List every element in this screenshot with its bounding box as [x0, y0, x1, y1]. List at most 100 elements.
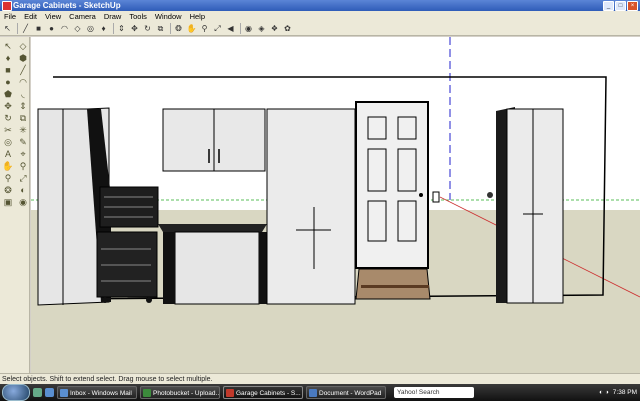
toolbar-separator: [17, 22, 18, 34]
menu-tools[interactable]: Tools: [125, 12, 151, 21]
get-models-icon[interactable]: ◉: [243, 23, 254, 34]
select-icon[interactable]: ↖: [2, 23, 13, 34]
menu-window[interactable]: Window: [151, 12, 186, 21]
workbench-back: [174, 231, 260, 305]
left-tool-22-icon[interactable]: ⚲: [1, 172, 15, 184]
quick-launch-desktop-icon[interactable]: [33, 388, 42, 397]
yahoo-search-box[interactable]: Yahoo! Search: [394, 387, 474, 398]
zoom-extents-icon[interactable]: ⤢: [212, 23, 223, 34]
left-tool-12-icon[interactable]: ↻: [1, 112, 15, 124]
left-tool-6-icon[interactable]: ●: [1, 76, 15, 88]
taskbar-task-3[interactable]: Document - WordPad: [306, 386, 386, 399]
taskbar-tasks: Inbox - Windows Mail Photobucket - Upload…: [54, 386, 386, 399]
title-bar[interactable]: Garage Cabinets - SketchUp _ □ ×: [0, 0, 640, 11]
middle-tall-cabinet: [266, 108, 356, 305]
windows-taskbar: Inbox - Windows Mail Photobucket - Upload…: [0, 384, 640, 401]
task-label: Garage Cabinets - S...: [236, 390, 301, 397]
status-bar: Select objects. Shift to extend select. …: [0, 373, 640, 384]
arc-icon[interactable]: ◠: [59, 23, 70, 34]
task-label: Photobucket - Upload...: [153, 390, 220, 397]
tray-icons[interactable]: ◐ ◑: [599, 389, 609, 396]
tape-measure-icon[interactable]: ◎: [85, 23, 96, 34]
google-earth-icon[interactable]: ✿: [282, 23, 293, 34]
zoom-icon[interactable]: ⚲: [199, 23, 210, 34]
left-tool-3-icon[interactable]: ⬢: [16, 52, 30, 64]
quick-launch-ie-icon[interactable]: [45, 388, 54, 397]
task-app-icon: [60, 389, 68, 397]
components-icon[interactable]: ❖: [269, 23, 280, 34]
left-tool-9-icon[interactable]: ◟: [16, 88, 30, 100]
paint-bucket-icon[interactable]: ♦: [98, 23, 109, 34]
left-tool-0-icon[interactable]: ↖: [1, 40, 15, 52]
close-button[interactable]: ×: [627, 1, 638, 11]
clock: 7:38 PM: [612, 389, 637, 396]
door-knob: [419, 193, 423, 197]
rectangle-icon[interactable]: ■: [33, 23, 44, 34]
workbench-left-leg: [163, 232, 175, 304]
left-tool-10-icon[interactable]: ✥: [1, 100, 15, 112]
left-tool-1-icon[interactable]: ◇: [16, 40, 30, 52]
system-tray: ◐ ◑ 7:38 PM: [599, 389, 637, 396]
rotate-icon[interactable]: ↻: [142, 23, 153, 34]
eraser-icon[interactable]: ◇: [72, 23, 83, 34]
menu-file[interactable]: File: [0, 12, 20, 21]
left-tool-13-icon[interactable]: ⧉: [16, 112, 30, 124]
circle-icon[interactable]: ●: [46, 23, 57, 34]
left-tool-5-icon[interactable]: ╱: [16, 64, 30, 76]
start-button[interactable]: [2, 384, 30, 401]
left-tool-21-icon[interactable]: ⚲: [16, 160, 30, 172]
task-app-icon: [226, 389, 234, 397]
left-tool-11-icon[interactable]: ⇕: [16, 100, 30, 112]
caster-left: [102, 297, 108, 303]
left-tool-20-icon[interactable]: ✋: [1, 160, 15, 172]
line-icon[interactable]: ╱: [20, 23, 31, 34]
previous-view-icon[interactable]: ◀: [225, 23, 236, 34]
orbit-icon[interactable]: ❂: [173, 23, 184, 34]
pan-icon[interactable]: ✋: [186, 23, 197, 34]
door-step-mat: [355, 268, 431, 300]
minimize-button[interactable]: _: [603, 1, 614, 11]
toolbar-separator: [113, 22, 114, 34]
left-tool-27-icon[interactable]: ◉: [16, 196, 30, 208]
model-scene: [31, 37, 640, 373]
sketchup-app-icon: [2, 1, 12, 11]
menu-camera[interactable]: Camera: [65, 12, 100, 21]
maximize-button[interactable]: □: [615, 1, 626, 11]
menu-view[interactable]: View: [41, 12, 65, 21]
left-tool-15-icon[interactable]: ✳: [16, 124, 30, 136]
taskbar-task-0[interactable]: Inbox - Windows Mail: [57, 386, 137, 399]
menu-draw[interactable]: Draw: [100, 12, 126, 21]
window-title: Garage Cabinets - SketchUp: [13, 1, 121, 10]
left-tool-25-icon[interactable]: ◐: [16, 184, 30, 196]
left-tool-26-icon[interactable]: ▣: [1, 196, 15, 208]
caster-right: [146, 297, 152, 303]
left-tool-16-icon[interactable]: ◎: [1, 136, 15, 148]
left-tool-17-icon[interactable]: ✎: [16, 136, 30, 148]
light-switch: [432, 191, 440, 203]
left-tool-14-icon[interactable]: ✂: [1, 124, 15, 136]
left-tool-23-icon[interactable]: ⤢: [16, 172, 30, 184]
left-tool-2-icon[interactable]: ♦: [1, 52, 15, 64]
menu-help[interactable]: Help: [186, 12, 209, 21]
left-tool-4-icon[interactable]: ■: [1, 64, 15, 76]
share-model-icon[interactable]: ◈: [256, 23, 267, 34]
left-tool-19-icon[interactable]: ⌖: [16, 148, 30, 160]
left-tool-8-icon[interactable]: ⬟: [1, 88, 15, 100]
toolbar-separator: [240, 22, 241, 34]
offset-icon[interactable]: ⧉: [155, 23, 166, 34]
left-tool-24-icon[interactable]: ❂: [1, 184, 15, 196]
left-tool-18-icon[interactable]: A: [1, 148, 15, 160]
left-tool-7-icon[interactable]: ◠: [16, 76, 30, 88]
taskbar-task-1[interactable]: Photobucket - Upload...: [140, 386, 220, 399]
task-label: Inbox - Windows Mail: [70, 390, 132, 397]
task-app-icon: [143, 389, 151, 397]
taskbar-task-2[interactable]: Garage Cabinets - S...: [223, 386, 303, 399]
push-pull-icon[interactable]: ⇕: [116, 23, 127, 34]
hose-reel: [487, 192, 493, 198]
menu-edit[interactable]: Edit: [20, 12, 41, 21]
drawing-viewport[interactable]: [31, 37, 640, 373]
move-icon[interactable]: ✥: [129, 23, 140, 34]
workbench-top: [158, 224, 267, 232]
entry-door: [355, 101, 429, 269]
task-app-icon: [309, 389, 317, 397]
